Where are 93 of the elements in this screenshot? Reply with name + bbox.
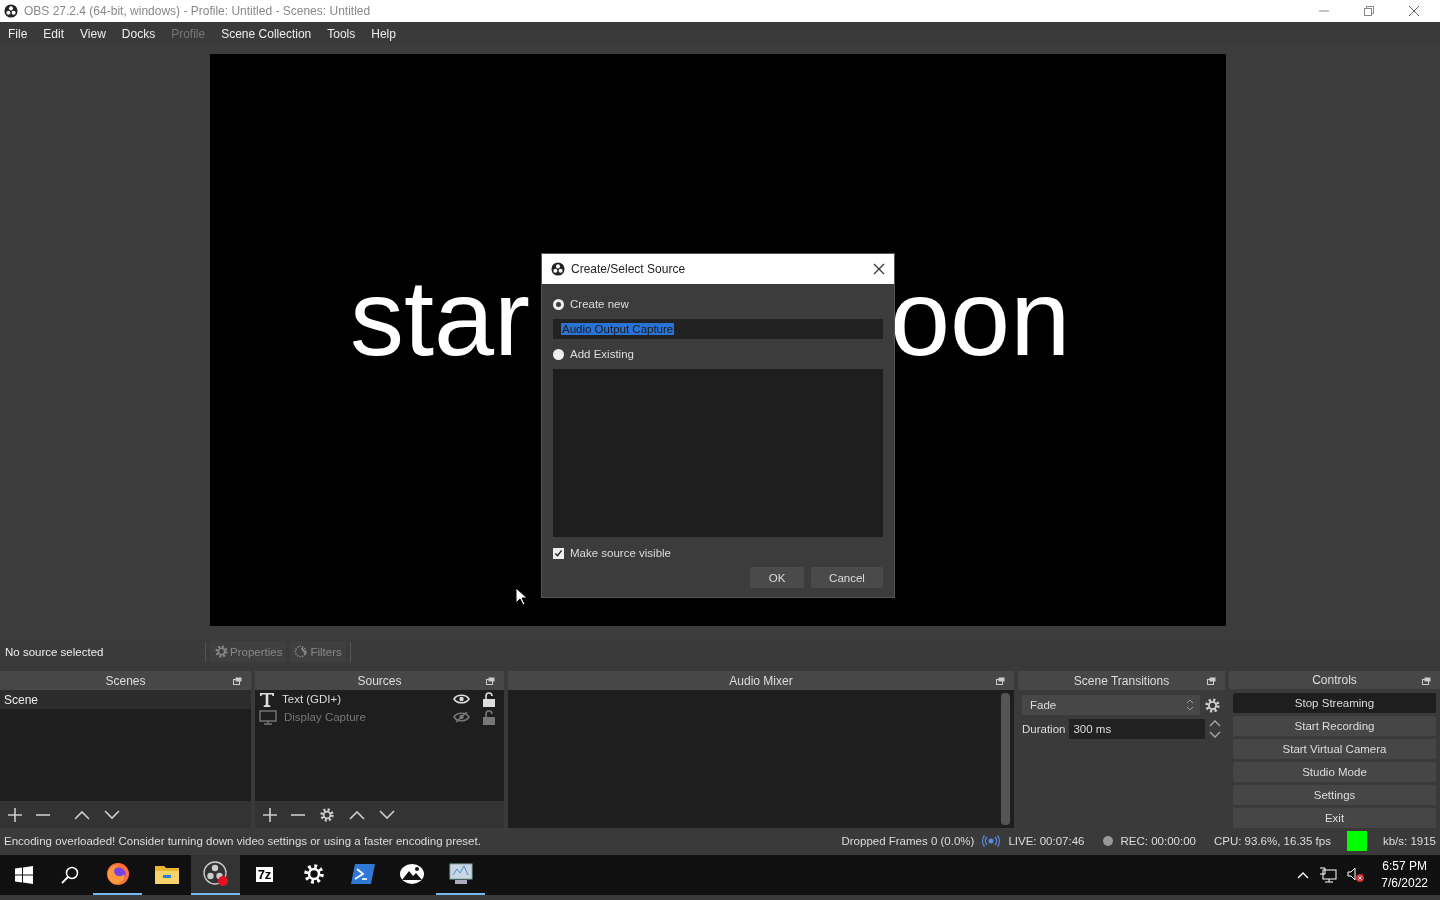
live-timer: LIVE: 00:07:46 <box>1008 834 1085 847</box>
source-item[interactable]: Text (GDI+) <box>282 693 446 705</box>
text-source-icon <box>259 691 275 707</box>
control-button[interactable]: Settings <box>1233 785 1436 805</box>
radio-label[interactable]: Create new <box>570 298 629 310</box>
cpu-usage: CPU: 93.6%, 16.35 fps <box>1213 834 1331 847</box>
checkbox-label[interactable]: Make source visible <box>570 547 671 559</box>
dialog-title: Create/Select Source <box>571 262 686 276</box>
radio-button[interactable] <box>553 348 564 360</box>
status-message: Encoding overloaded! Consider turning down video settings or using a faster encoding preset. <box>4 834 482 847</box>
preview-text: star <box>350 264 531 372</box>
move-down-icon[interactable] <box>104 809 120 820</box>
monitor-icon <box>259 709 277 725</box>
undock-icon[interactable] <box>233 677 242 685</box>
lock-icon[interactable] <box>483 691 495 707</box>
cancel-button[interactable]: Cancel <box>811 567 883 588</box>
clock-time[interactable]: 6:57 PM <box>1382 858 1427 875</box>
menu-item[interactable]: File <box>8 26 28 41</box>
move-up-icon[interactable] <box>74 809 90 820</box>
control-button[interactable]: Stop Streaming <box>1233 693 1436 713</box>
add-icon[interactable] <box>263 807 277 822</box>
menu-item[interactable]: Docks <box>121 26 156 41</box>
undock-icon[interactable] <box>486 677 495 685</box>
radio-label[interactable]: Add Existing <box>570 348 634 360</box>
taskbar-app[interactable]: 7z <box>240 855 289 895</box>
source-status: No source selected <box>4 645 105 658</box>
dock-title: Scene Transitions <box>1073 673 1170 688</box>
fox-globe-icon <box>105 862 130 886</box>
move-down-icon[interactable] <box>379 809 395 820</box>
control-button[interactable]: Exit <box>1233 808 1436 828</box>
gear-icon <box>214 644 229 659</box>
control-button[interactable]: Start Recording <box>1233 716 1436 736</box>
filter-icon <box>294 644 310 659</box>
app-logo-icon <box>551 262 565 276</box>
app-logo-icon <box>202 861 229 887</box>
close-icon[interactable] <box>1408 5 1420 17</box>
duration-label: Duration <box>1022 723 1066 735</box>
dock-title: Sources <box>357 673 402 688</box>
bitrate: kb/s: 1915 <box>1382 834 1436 847</box>
rec-timer: REC: 00:00:00 <box>1120 834 1196 847</box>
radio-button[interactable] <box>553 298 564 310</box>
settings-icon[interactable] <box>1204 696 1221 714</box>
record-dot-icon <box>1102 835 1113 846</box>
network-icon[interactable] <box>1319 867 1338 883</box>
scrollbar[interactable] <box>1001 693 1010 825</box>
scene-item[interactable]: Scene <box>0 690 251 709</box>
control-button[interactable]: Studio Mode <box>1233 762 1436 782</box>
search-icon[interactable] <box>61 866 79 884</box>
spin-arrows-icon <box>1186 699 1194 711</box>
undock-icon[interactable] <box>996 677 1005 685</box>
dropped-frames: Dropped Frames 0 (0.0%) <box>841 834 975 847</box>
preview-text: oon <box>890 264 1071 372</box>
taskbar-app[interactable] <box>191 855 240 895</box>
eye-hidden-icon[interactable] <box>453 711 470 723</box>
mouse-cursor-icon <box>515 587 527 606</box>
name-field[interactable]: Audio Output Capture <box>553 319 883 339</box>
restore-icon[interactable] <box>1363 5 1375 17</box>
add-icon[interactable] <box>8 807 22 822</box>
eye-icon[interactable] <box>453 693 470 705</box>
window-title: OBS 27.2.4 (64-bit, windows) - Profile: Untitled - Scenes: Untitled <box>24 4 371 18</box>
selected-text: Audio Output Capture <box>561 323 675 335</box>
broadcast-icon <box>982 834 1001 847</box>
settings-icon <box>302 863 325 885</box>
menu-item[interactable]: Tools <box>327 26 356 41</box>
terminal-icon <box>350 864 375 884</box>
menu-item[interactable]: Edit <box>43 26 65 41</box>
dock-title: Scenes <box>105 673 146 688</box>
duration-field[interactable]: 300 ms <box>1069 719 1205 739</box>
chevron-up-icon[interactable] <box>1297 871 1310 879</box>
menu-item[interactable]: Scene Collection <box>221 26 312 41</box>
speaker-muted-icon[interactable] <box>1347 867 1366 883</box>
folder-icon <box>154 864 179 884</box>
checkbox[interactable] <box>553 547 564 559</box>
menu-item[interactable]: View <box>80 26 106 41</box>
monitor-icon <box>448 863 473 885</box>
archive-app-label: 7z <box>255 866 274 882</box>
clock-date[interactable]: 7/6/2022 <box>1381 875 1428 892</box>
undock-icon[interactable] <box>1207 677 1216 685</box>
source-item[interactable]: Display Capture <box>284 711 446 723</box>
settings-icon[interactable] <box>319 806 335 823</box>
spin-arrows-icon[interactable] <box>1209 719 1221 739</box>
undock-icon[interactable] <box>1422 677 1431 685</box>
dock-title: Controls <box>1312 673 1357 687</box>
start-icon[interactable] <box>15 866 33 884</box>
app-logo-icon <box>4 4 18 18</box>
mountain-icon <box>398 863 425 885</box>
close-icon[interactable] <box>873 263 885 275</box>
move-up-icon[interactable] <box>349 809 365 820</box>
dock-title: Audio Mixer <box>729 673 793 688</box>
ok-button[interactable]: OK <box>750 567 804 588</box>
control-button[interactable]: Start Virtual Camera <box>1233 739 1436 759</box>
menu-item[interactable]: Help <box>371 26 396 41</box>
transition-dropdown[interactable]: Fade <box>1022 695 1200 715</box>
